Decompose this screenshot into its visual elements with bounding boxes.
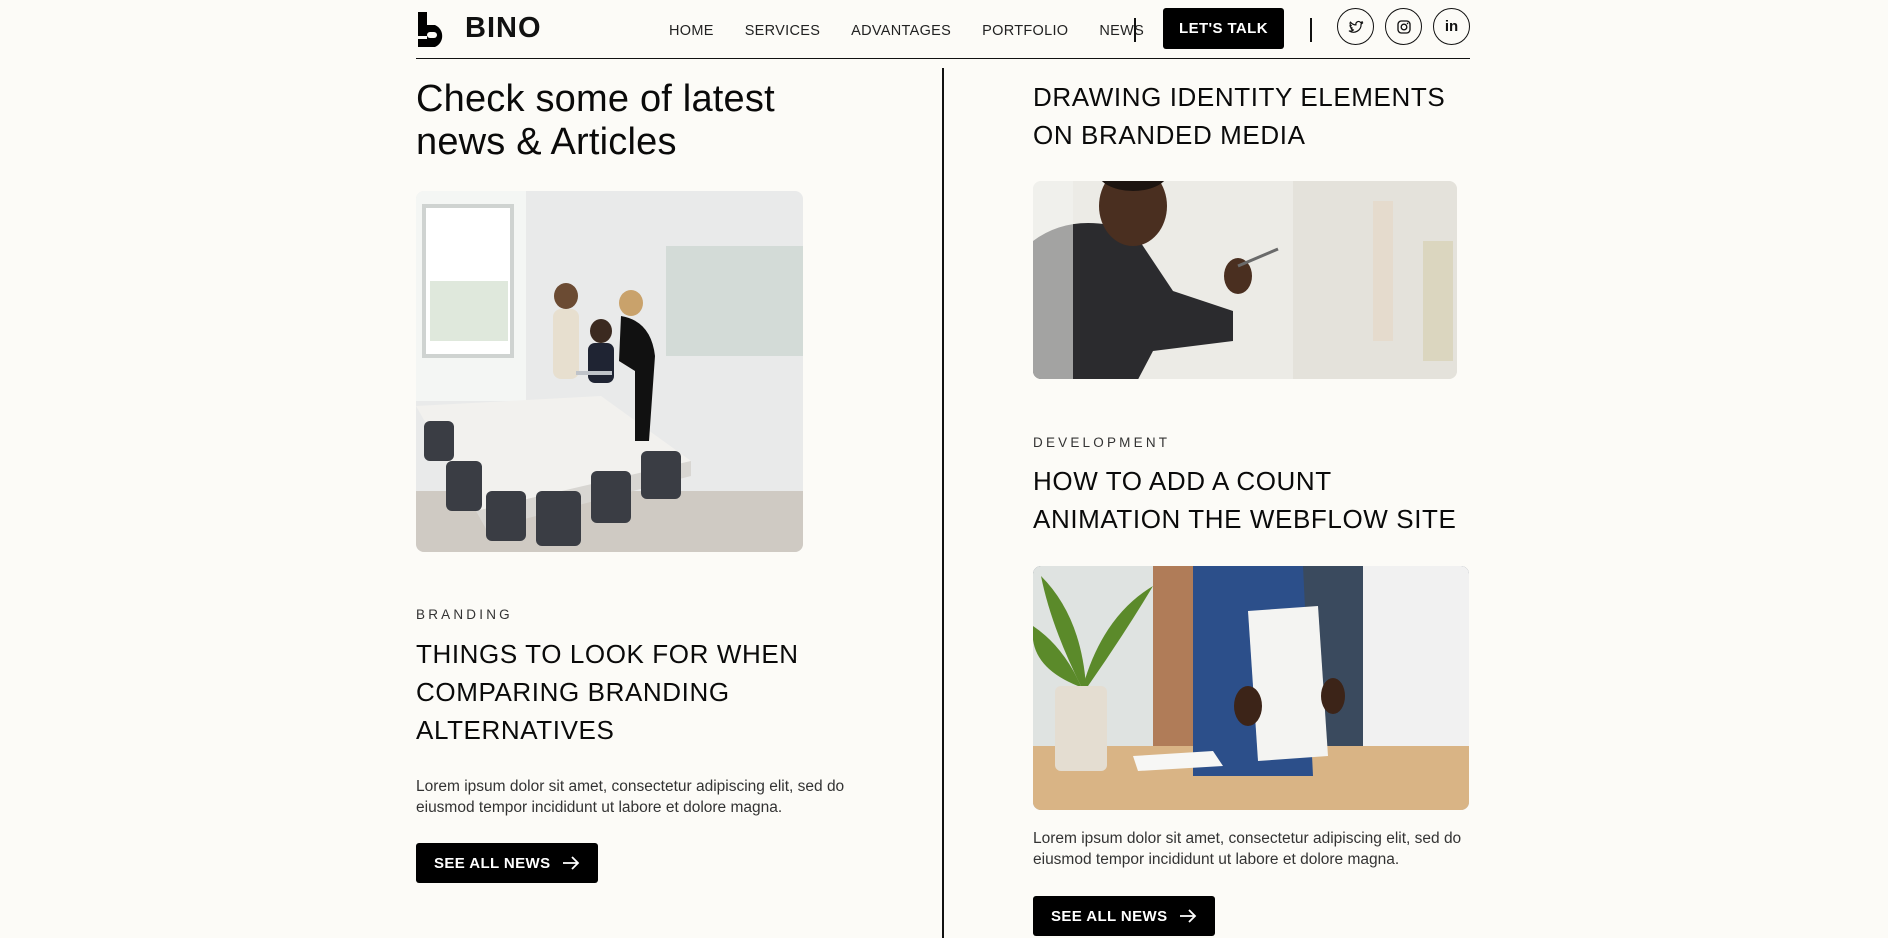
nav-services[interactable]: SERVICES bbox=[745, 23, 820, 39]
section-title: Check some of latest news & Articles bbox=[416, 78, 775, 163]
post-category: DEVELOPMENT bbox=[1033, 435, 1171, 450]
logo-mark-icon bbox=[418, 12, 443, 47]
arrow-right-icon bbox=[563, 856, 580, 870]
nav-advantages[interactable]: ADVANTAGES bbox=[851, 23, 951, 39]
logo-text: BINO bbox=[465, 12, 542, 44]
meeting-photo[interactable] bbox=[416, 191, 803, 552]
nav-home[interactable]: HOME bbox=[669, 23, 714, 39]
see-all-news-label: SEE ALL NEWS bbox=[434, 854, 551, 872]
see-all-news-button[interactable]: SEE ALL NEWS bbox=[416, 843, 599, 883]
document-photo[interactable] bbox=[1033, 566, 1469, 810]
nav-portfolio[interactable]: PORTFOLIO bbox=[982, 23, 1068, 39]
social-divider bbox=[1310, 18, 1312, 42]
linkedin-icon[interactable]: in bbox=[1433, 8, 1470, 45]
post-title[interactable]: THINGS TO LOOK FOR WHEN COMPARING BRANDI… bbox=[416, 635, 836, 749]
instagram-icon[interactable] bbox=[1385, 8, 1422, 45]
post-excerpt: Lorem ipsum dolor sit amet, consectetur … bbox=[416, 778, 845, 816]
main-nav: HOME SERVICES ADVANTAGES PORTFOLIO NEWS bbox=[669, 23, 1144, 39]
post-title[interactable]: HOW TO ADD A COUNT ANIMATION THE WEBFLOW… bbox=[1033, 462, 1483, 538]
nav-divider bbox=[1134, 18, 1136, 42]
column-divider bbox=[942, 68, 944, 938]
lets-talk-button[interactable]: LET'S TALK bbox=[1163, 8, 1284, 49]
logo[interactable]: BINO bbox=[416, 10, 542, 47]
post-title[interactable]: DRAWING IDENTITY ELEMENTS ON BRANDED MED… bbox=[1033, 78, 1473, 154]
arrow-right-icon bbox=[1180, 909, 1197, 923]
see-all-news-label: SEE ALL NEWS bbox=[1051, 907, 1168, 925]
presenter-photo[interactable] bbox=[1033, 181, 1457, 379]
post-category: BRANDING bbox=[416, 607, 513, 622]
nav-news[interactable]: NEWS bbox=[1099, 23, 1144, 39]
site-header: BINO HOME SERVICES ADVANTAGES PORTFOLIO … bbox=[416, 0, 1470, 59]
post-excerpt: Lorem ipsum dolor sit amet, consectetur … bbox=[1033, 830, 1462, 868]
see-all-news-button[interactable]: SEE ALL NEWS bbox=[1033, 896, 1216, 936]
twitter-icon[interactable] bbox=[1337, 8, 1374, 45]
